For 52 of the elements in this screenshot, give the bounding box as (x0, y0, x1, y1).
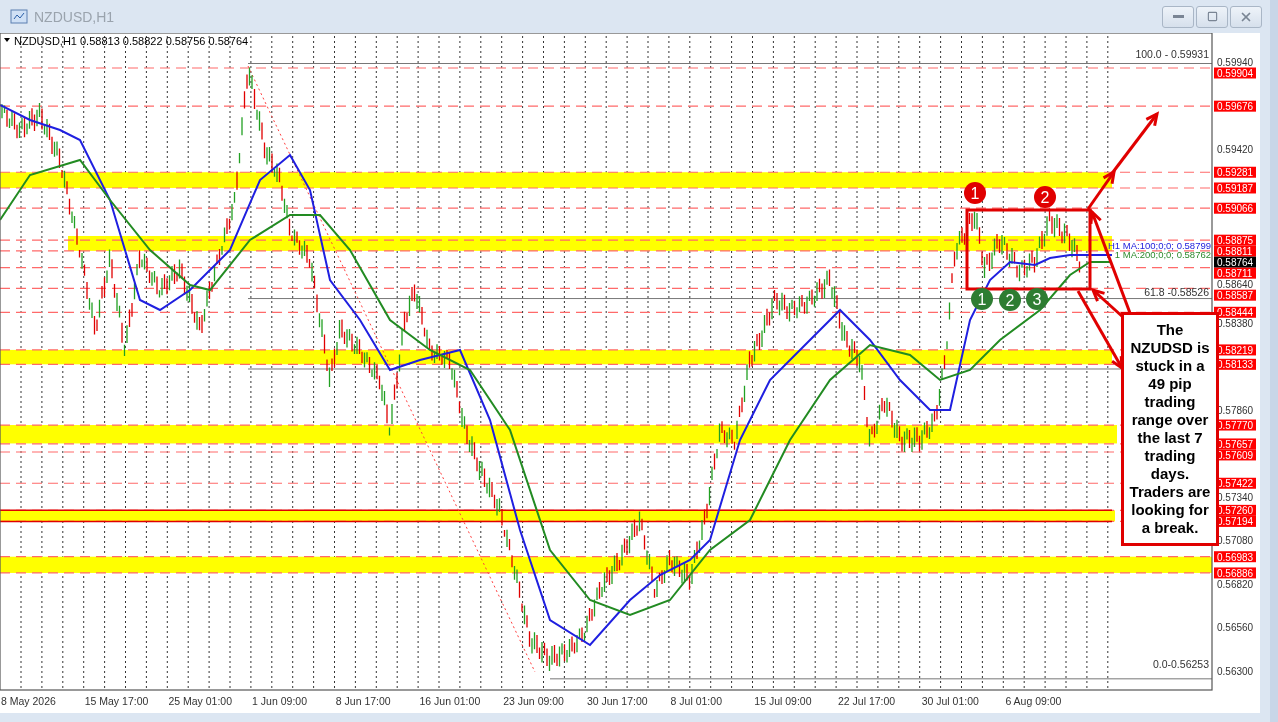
fibonacci-label: 61.8 -0.58526 (1144, 286, 1209, 298)
current-price-label: 0.58764 (1214, 256, 1256, 269)
close-button[interactable] (1230, 5, 1262, 28)
numbered-marker: 2 (1034, 186, 1056, 208)
price-axis-label: 0.56820 (1217, 579, 1254, 590)
price-level-label: 0.59676 (1214, 100, 1256, 113)
fibonacci-label: 0.0-0.56253 (1152, 658, 1209, 670)
dropdown-triangle-icon[interactable] (4, 38, 10, 42)
time-axis-label: 23 Jun 09:00 (503, 695, 564, 707)
time-axis-label: 8 May 2026 (1, 695, 56, 707)
price-level-label: 0.59904 (1214, 67, 1256, 79)
time-axis-label: 16 Jun 01:00 (419, 695, 481, 707)
price-axis-label: 0.59420 (1217, 144, 1254, 155)
numbered-marker: 2 (999, 289, 1021, 311)
price-axis-label: 0.56300 (1217, 665, 1254, 677)
numbered-marker: 1 (964, 182, 986, 204)
price-level-label: 0.59281 (1214, 166, 1256, 179)
minimize-icon (1172, 15, 1184, 18)
time-axis-label: 6 Aug 09:00 (1005, 695, 1062, 707)
price-axis-label: 0.58640 (1217, 279, 1254, 291)
minimize-button[interactable] (1162, 5, 1194, 28)
time-axis-label: 25 May 01:00 (168, 695, 233, 707)
price-level-label: 0.59066 (1214, 202, 1256, 215)
time-axis-label: 8 Jul 01:00 (670, 695, 722, 707)
time-axis-label: 22 Jul 17:00 (838, 695, 896, 707)
time-axis-label: 30 Jun 17:00 (586, 695, 648, 707)
maximize-button[interactable] (1196, 5, 1228, 28)
moving-average-label: 1 MA:200;0;0; 0.58762 (1114, 249, 1211, 260)
price-level-label: 0.58875 (1214, 234, 1256, 247)
numbered-marker: 3 (1026, 288, 1048, 310)
price-level-label: 0.58444 (1214, 306, 1256, 319)
window-title: NZDUSD,H1 (34, 8, 116, 25)
time-axis-label: 30 Jul 01:00 (921, 695, 979, 707)
annotation-note: The NZUDSD is stuck in a 49 pip trading range over the last 7 trading days. Traders are looking for a break. (1121, 312, 1219, 546)
chart-window-icon (10, 8, 28, 25)
price-level-label: 0.58711 (1214, 267, 1256, 280)
maximize-icon (1206, 11, 1218, 22)
price-axis-label: 0.56560 (1217, 622, 1254, 634)
price-level-label: 0.59187 (1214, 182, 1256, 194)
time-axis-label: 15 Jul 09:00 (754, 695, 812, 707)
price-axis-label: 0.59940 (1217, 57, 1254, 68)
price-axis-label: 0.58380 (1217, 318, 1254, 330)
price-level-label: 0.58811 (1214, 245, 1256, 258)
chart-header: NZDUSD,H1 0.58813 0.58822 0.58756 0.58764 (14, 35, 249, 47)
fibonacci-label: 100.0 - 0.59931 (1135, 48, 1209, 60)
price-level-label: 0.56983 (1214, 551, 1256, 563)
time-axis-label: 15 May 17:00 (84, 695, 149, 707)
numbered-marker: 1 (971, 288, 993, 310)
price-level-label: 0.56886 (1214, 567, 1256, 579)
time-axis-label: 1 Jun 09:00 (252, 695, 307, 707)
price-level-label: 0.58587 (1214, 289, 1256, 302)
time-axis-label: 8 Jun 17:00 (335, 695, 391, 707)
